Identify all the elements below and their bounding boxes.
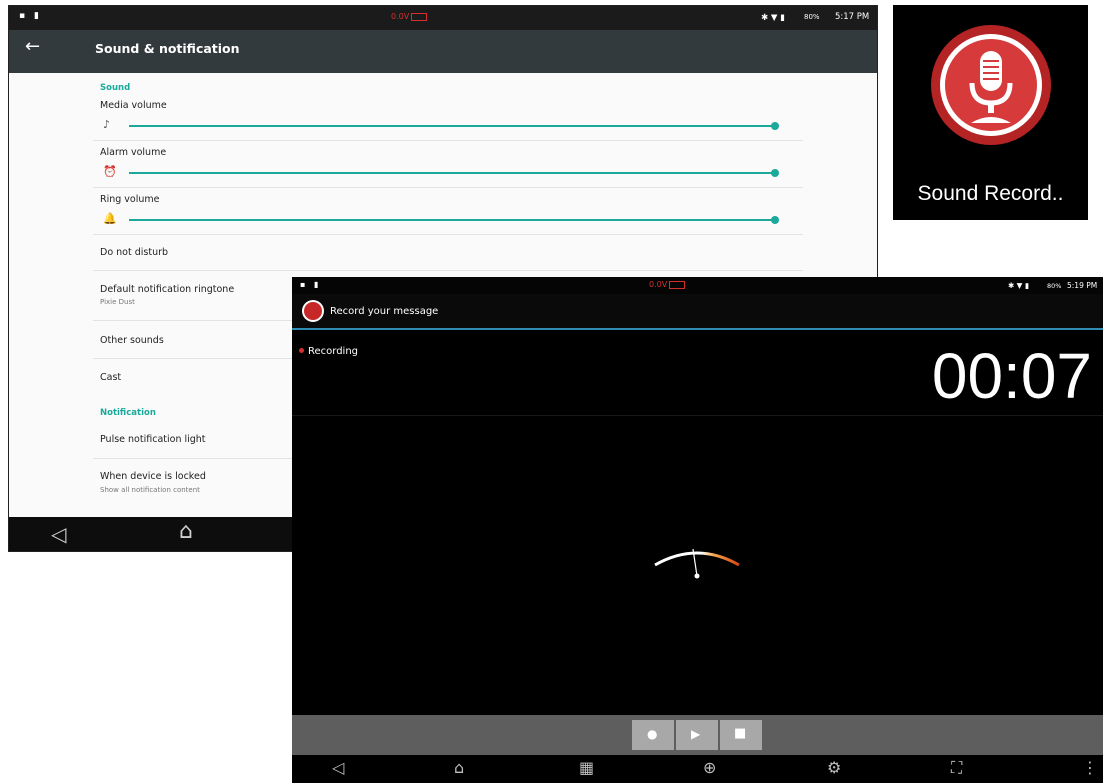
microphone-icon[interactable] [931,25,1051,145]
section-header-notification: Notification [100,408,156,418]
meter-pivot [694,573,700,579]
battery-warning-icon [669,280,686,289]
divider [93,140,803,141]
screenshot-icon[interactable]: ⛶ [951,760,962,776]
play-icon: ▶ [691,727,701,741]
voltage-indicator: 0.0V [649,280,686,289]
alarm-clock-icon: ⏰ [103,165,117,178]
level-meter [654,548,740,579]
navigation-bar: ◁ ⌂ ▦ ⊕ ⚙ ⛶ ⋮ [292,755,1103,783]
media-volume-label: Media volume [100,100,167,111]
default-ringtone-value: Pixie Dust [100,298,135,306]
section-header-sound: Sound [100,83,131,93]
recording-dot-icon [299,348,304,353]
settings-gear-icon[interactable]: ⚙ [827,760,841,776]
notification-icons: ▪ ▮ [300,280,322,289]
nav-recents-icon[interactable]: ▦ [579,760,594,776]
pulse-notification-light-item[interactable]: Pulse notification light [100,434,206,445]
divider [292,415,1103,416]
play-button[interactable]: ▶ [676,720,718,750]
recording-status: Recording [308,346,359,357]
default-ringtone-item[interactable]: Default notification ringtone [100,284,234,295]
recorder-screenshot: ▪ ▮ 0.0V ✱ ▼ ▮ 80% 5:19 PM Record your m… [292,277,1103,783]
alarm-volume-slider[interactable] [129,172,775,174]
sound-recorder-app-tile[interactable]: Sound Record.. [893,5,1088,220]
when-device-locked-item[interactable]: When device is locked [100,471,206,482]
do-not-disturb-item[interactable]: Do not disturb [100,247,168,258]
record-button[interactable]: ● [632,720,674,750]
microphone-icon [302,300,324,322]
battery-percent: 80% [804,13,820,21]
divider [93,187,803,188]
record-icon: ● [647,727,658,741]
status-bar: ▪ ▮ 0.0V ✱ ▼ ▮ 80% 5:17 PM [9,6,877,30]
app-bar: ← Sound & notification [9,30,877,73]
elapsed-timer: 00:07 [931,340,1092,412]
overflow-menu-icon[interactable]: ⋮ [1082,760,1098,776]
when-device-locked-value: Show all notification content [100,486,200,494]
system-status-icons: ✱ ▼ ▮ [761,13,785,23]
app-label: Sound Record.. [917,182,1064,205]
music-note-icon: ♪ [103,118,111,131]
ring-volume-thumb[interactable] [771,216,779,224]
stop-icon: ■ [734,726,747,741]
recorder-title: Record your message [330,306,439,317]
ring-volume-label: Ring volume [100,194,160,205]
back-arrow-icon[interactable]: ← [25,38,40,56]
divider [93,270,803,271]
alarm-volume-thumb[interactable] [771,169,779,177]
system-status-icons: ✱ ▼ ▮ [1008,281,1029,290]
clock: 5:17 PM [835,12,870,22]
media-volume-slider[interactable] [129,125,775,127]
ring-volume-slider[interactable] [129,219,775,221]
voltage-text: 0.0V [649,280,668,289]
notification-icons: ▪ ▮ [19,11,42,21]
nav-back-icon[interactable]: ◁ [51,524,66,544]
alarm-volume-label: Alarm volume [100,147,167,158]
page-title: Sound & notification [95,41,240,56]
nav-back-icon[interactable]: ◁ [332,760,344,776]
bell-icon: 🔔 [103,212,117,225]
cast-item[interactable]: Cast [100,372,121,383]
divider [93,234,803,235]
nav-home-icon[interactable]: ⌂ [454,760,464,776]
clock: 5:19 PM [1067,281,1098,290]
battery-warning-icon [411,12,428,21]
browser-icon[interactable]: ⊕ [703,760,716,776]
media-volume-thumb[interactable] [771,122,779,130]
stop-button[interactable]: ■ [720,720,762,750]
microphone-glyph [969,51,1013,123]
voltage-indicator: 0.0V [391,12,428,21]
nav-home-icon[interactable]: ⌂ [179,521,193,543]
other-sounds-item[interactable]: Other sounds [100,335,164,346]
playback-controls: ● ▶ ■ [292,715,1103,755]
battery-percent: 80% [1047,282,1062,290]
status-bar: ▪ ▮ 0.0V ✱ ▼ ▮ 80% 5:19 PM [292,277,1103,294]
voltage-text: 0.0V [391,12,410,21]
recorder-header: Record your message [292,294,1103,330]
